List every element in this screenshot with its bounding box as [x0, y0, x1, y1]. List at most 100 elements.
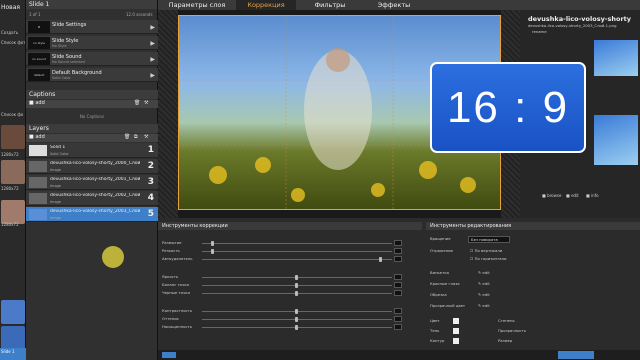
slider-knob[interactable] [295, 317, 298, 322]
slider-knob[interactable] [295, 291, 298, 296]
captions-header: Captions [26, 90, 158, 99]
tools-icon[interactable]: ⚒ [144, 134, 148, 140]
left-strip: Новая Создать Список фото Список фо 1280… [0, 0, 26, 360]
edit-button[interactable]: ■ edit [566, 193, 579, 198]
outline-label: Контур [430, 338, 445, 343]
slider-value-box[interactable] [394, 308, 402, 314]
flip-v-label: По вертикали [474, 248, 503, 253]
slider-knob[interactable] [211, 241, 215, 246]
copy-icon[interactable]: ⧉ [134, 134, 138, 140]
rename-link[interactable]: rename [532, 29, 547, 34]
slider-value-box[interactable] [394, 316, 402, 322]
slide-settings-row[interactable]: ⚙ Slide Settings ▶ [26, 20, 158, 34]
tools-icon[interactable]: ⚒ [144, 100, 148, 106]
slider-knob[interactable] [211, 249, 215, 254]
thumbnail[interactable] [1, 326, 25, 350]
layer-kind: Solid Color [50, 152, 69, 156]
browse-button[interactable]: ■ browse [542, 193, 561, 198]
layer-name: Solid 1 [50, 145, 66, 150]
slider-knob[interactable] [295, 309, 298, 314]
layer-row[interactable]: devushka-lico-volosy-shorty_2002_Слой-1.… [26, 191, 158, 206]
photo-list-label-2[interactable]: Список фо [1, 112, 25, 117]
info-button[interactable]: ■ info [586, 193, 599, 198]
tab-layer-params[interactable]: Параметры слоя [162, 0, 232, 10]
thumbnail[interactable] [1, 300, 25, 324]
slider-value-box[interactable] [394, 248, 402, 254]
vignette-edit[interactable]: ✎ edit [478, 270, 490, 277]
crop-label: Обрезка [430, 292, 447, 297]
correction-slider-row: Яркость [158, 274, 422, 281]
default-background-row[interactable]: default Default Background Solid Color ▶ [26, 68, 158, 82]
add-caption-button[interactable]: ■ add [29, 100, 45, 106]
create-label[interactable]: Создать [1, 30, 25, 35]
layer-row-selected[interactable]: devushka-lico-volosy-shorty_2003_Слой-1.… [26, 207, 158, 222]
image-preview-bottom [594, 115, 638, 165]
add-label: add [35, 100, 45, 106]
outline-swatch[interactable] [453, 338, 459, 344]
tab-correction[interactable]: Коррекция [236, 0, 296, 10]
thumbnail[interactable] [1, 160, 25, 184]
slider-track[interactable] [202, 243, 392, 244]
chevron-right-icon: ▶ [150, 56, 155, 63]
row-sub: No Style [52, 44, 67, 48]
chevron-right-icon: ▶ [150, 24, 155, 31]
slide-count: 1 of 1 [29, 12, 41, 17]
tab-filters[interactable]: Фильтры [300, 0, 360, 10]
slider-track[interactable] [202, 259, 392, 260]
slider-knob[interactable] [295, 283, 298, 288]
slider-knob[interactable] [295, 275, 298, 280]
slider-value-box[interactable] [394, 274, 402, 280]
slider-knob[interactable] [295, 325, 298, 330]
add-label: add [35, 134, 45, 140]
thumb-label: 1280x72 [1, 186, 19, 191]
flip-vertical-checkbox[interactable]: ☐ По вертикали [470, 248, 502, 255]
shadow-label: Тень [430, 328, 440, 333]
row-title: Slide Settings [52, 22, 87, 28]
play-button[interactable] [162, 352, 176, 358]
ok-button[interactable] [558, 351, 594, 359]
color-swatch[interactable] [453, 318, 459, 324]
new-label[interactable]: Новая [1, 4, 25, 11]
flip-horizontal-checkbox[interactable]: ☐ По горизонтали [470, 256, 506, 263]
thumbnail[interactable] [1, 200, 25, 224]
trash-icon[interactable]: 🗑 [124, 134, 130, 140]
thumbnail[interactable] [1, 125, 25, 149]
slider-value-box[interactable] [394, 324, 402, 330]
layer-row[interactable]: Solid 1 Solid Color 1 [26, 143, 158, 158]
file-name: devushka-lico-volosy-shorty_2003_Слой-1.… [528, 23, 617, 28]
crop-edit[interactable]: ✎ edit [478, 292, 490, 299]
row-sub: Solid Color [52, 76, 71, 80]
layer-row[interactable]: devushka-lico-volosy-shorty_2000_Слой-1.… [26, 159, 158, 174]
layer-row[interactable]: devushka-lico-volosy-shorty_2001_Слой-1.… [26, 175, 158, 190]
slider-value-box[interactable] [394, 282, 402, 288]
size-label: Размер [498, 338, 513, 343]
slider-knob[interactable] [378, 257, 382, 262]
edit-label: edit [482, 281, 490, 286]
transparency-label: Прозрачность [498, 328, 526, 333]
slider-value-box[interactable] [394, 240, 402, 246]
trash-icon[interactable]: 🗑 [134, 100, 140, 106]
slide-style-row[interactable]: no style Slide Style No Style ▶ [26, 36, 158, 50]
tab-effects[interactable]: Эффекты [364, 0, 424, 10]
layers-header: Layers [26, 124, 158, 133]
add-layer-button[interactable]: ■ add [29, 134, 45, 140]
row-sub: No Sound selected [52, 60, 85, 64]
shadow-swatch[interactable] [453, 328, 459, 334]
layer-name: devushka-lico-volosy-shorty_2003_Слой-1.… [50, 209, 140, 214]
sound-icon: no sound [28, 53, 50, 65]
slider-track[interactable] [202, 251, 392, 252]
layer-number: 1 [147, 145, 154, 155]
slider-value-box[interactable] [394, 290, 402, 296]
red-eye-edit[interactable]: ✎ edit [478, 281, 490, 288]
correction-slider-row: Контрастность [158, 308, 422, 315]
browse-label: browse [547, 193, 562, 198]
editing-header: Инструменты редактирования [426, 222, 640, 230]
correction-slider-row: Автоудалятель [158, 256, 422, 263]
slide-sound-row[interactable]: no sound Slide Sound No Sound selected ▶ [26, 52, 158, 66]
transparent-color-edit[interactable]: ✎ edit [478, 303, 490, 310]
slider-value-box[interactable] [394, 256, 402, 262]
rotate-select[interactable]: Без поворота [468, 236, 510, 243]
photo-list-label[interactable]: Список фото [1, 40, 25, 45]
settings-icon: ⚙ [28, 21, 50, 33]
slider-label: Размытие [162, 240, 182, 245]
